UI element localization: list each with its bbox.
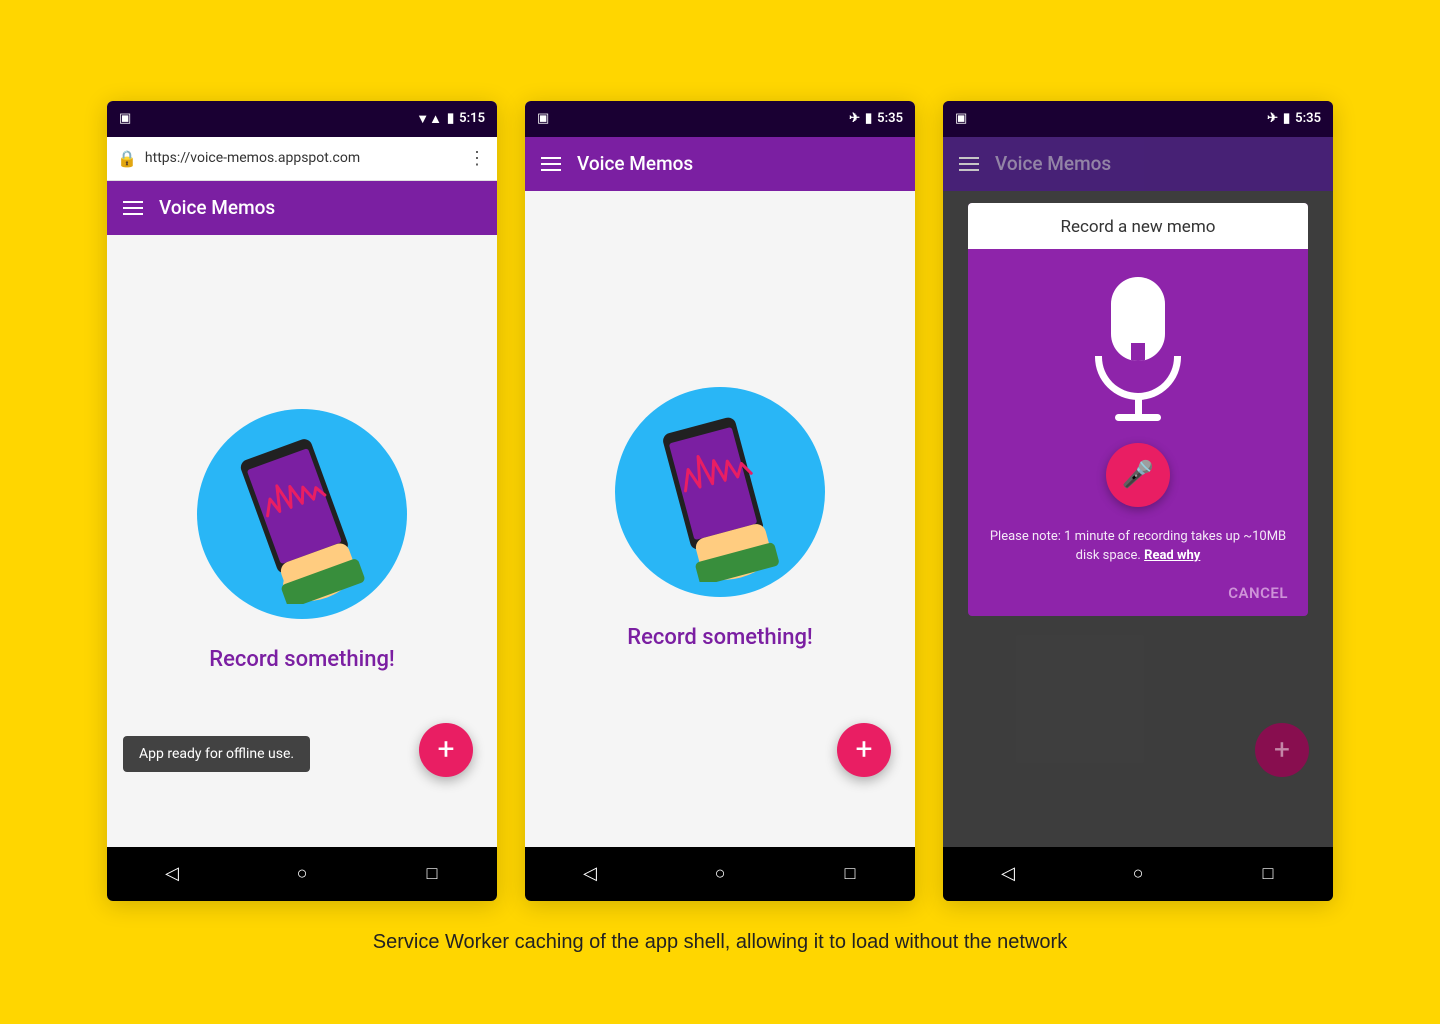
home-button-2[interactable] bbox=[700, 854, 740, 894]
airplane-icon-3: ✈ bbox=[1267, 111, 1278, 126]
lock-icon: 🔒 bbox=[117, 149, 137, 168]
phone-3: ▣ ✈ ▮ 5:35 Voice Memos bbox=[943, 101, 1333, 901]
nav-bar-3 bbox=[943, 847, 1333, 901]
status-bar-3: ▣ ✈ ▮ 5:35 bbox=[943, 101, 1333, 137]
phone-2: ▣ ✈ ▮ 5:35 Voice Memos bbox=[525, 101, 915, 901]
record-label-1: Record something! bbox=[209, 647, 395, 672]
url-text-1: https://voice-memos.appspot.com bbox=[145, 150, 460, 166]
status-bar-2: ▣ ✈ ▮ 5:35 bbox=[525, 101, 915, 137]
phone-content-2: Record something! + bbox=[525, 191, 915, 847]
app-bar-2: Voice Memos bbox=[525, 137, 915, 191]
home-button-1[interactable] bbox=[282, 854, 322, 894]
plus-icon-1: + bbox=[437, 735, 454, 765]
fab-button-3[interactable]: + bbox=[1255, 723, 1309, 777]
caption-text: Service Worker caching of the app shell,… bbox=[373, 931, 1067, 954]
battery-icon-2: ▮ bbox=[865, 111, 872, 126]
nav-bar-2 bbox=[525, 847, 915, 901]
status-bar-right-2: ✈ ▮ 5:35 bbox=[849, 111, 903, 126]
phone-illustration-1 bbox=[222, 424, 382, 604]
status-bar-1: ▣ ▼▲ ▮ 5:15 bbox=[107, 101, 497, 137]
dialog-overlay: Record a new memo bbox=[943, 191, 1333, 847]
battery-icon: ▮ bbox=[447, 111, 454, 126]
app-bar-3: Voice Memos bbox=[943, 137, 1333, 191]
wifi-signal-icon: ▼▲ bbox=[416, 111, 442, 127]
sim-icon: ▣ bbox=[119, 111, 131, 126]
record-dialog: Record a new memo bbox=[968, 203, 1308, 616]
fab-button-2[interactable]: + bbox=[837, 723, 891, 777]
back-button-2[interactable] bbox=[570, 854, 610, 894]
status-bar-left-3: ▣ bbox=[955, 111, 967, 126]
status-bar-right-1: ▼▲ ▮ 5:15 bbox=[416, 111, 485, 127]
dialog-note: Please note: 1 minute of recording takes… bbox=[968, 527, 1308, 574]
status-bar-left-1: ▣ bbox=[119, 111, 131, 126]
app-title-3: Voice Memos bbox=[995, 152, 1111, 175]
sim-icon-2: ▣ bbox=[537, 111, 549, 126]
status-bar-left-2: ▣ bbox=[537, 111, 549, 126]
time-display-3: 5:35 bbox=[1295, 111, 1321, 126]
plus-icon-2: + bbox=[855, 735, 872, 765]
mic-button-icon: 🎤 bbox=[1122, 460, 1154, 490]
record-label-2: Record something! bbox=[627, 625, 813, 650]
dialog-body: 🎤 bbox=[968, 249, 1308, 527]
app-bar-1: Voice Memos bbox=[107, 181, 497, 235]
read-why-link[interactable]: Read why bbox=[1144, 548, 1200, 563]
battery-icon-3: ▮ bbox=[1283, 111, 1290, 126]
mic-arc bbox=[1095, 356, 1181, 400]
recents-button-1[interactable] bbox=[412, 854, 452, 894]
recents-button-3[interactable] bbox=[1248, 854, 1288, 894]
time-display-1: 5:15 bbox=[459, 111, 485, 126]
plus-icon-3: + bbox=[1274, 733, 1290, 766]
phone-illustration-2 bbox=[640, 402, 800, 582]
fab-button-1[interactable]: + bbox=[419, 723, 473, 777]
recents-button-2[interactable] bbox=[830, 854, 870, 894]
mic-base bbox=[1115, 414, 1161, 421]
app-title-1: Voice Memos bbox=[159, 196, 275, 219]
nav-bar-1 bbox=[107, 847, 497, 901]
microphone-illustration bbox=[1095, 277, 1181, 421]
sim-icon-3: ▣ bbox=[955, 111, 967, 126]
back-button-1[interactable] bbox=[152, 854, 192, 894]
time-display-2: 5:35 bbox=[877, 111, 903, 126]
phone-content-1: Record something! + App ready for offlin… bbox=[107, 235, 497, 847]
mic-pole bbox=[1135, 398, 1142, 414]
record-button[interactable]: 🎤 bbox=[1106, 443, 1170, 507]
airplane-icon-2: ✈ bbox=[849, 111, 860, 126]
back-button-3[interactable] bbox=[988, 854, 1028, 894]
page-wrapper: ▣ ▼▲ ▮ 5:15 🔒 https://voice-memos.appspo… bbox=[0, 0, 1440, 1024]
url-bar-1: 🔒 https://voice-memos.appspot.com ⋮ bbox=[107, 137, 497, 181]
phone-1: ▣ ▼▲ ▮ 5:15 🔒 https://voice-memos.appspo… bbox=[107, 101, 497, 901]
dialog-title: Record a new memo bbox=[968, 203, 1308, 249]
hamburger-menu-1[interactable] bbox=[123, 201, 143, 215]
status-bar-right-3: ✈ ▮ 5:35 bbox=[1267, 111, 1321, 126]
phones-row: ▣ ▼▲ ▮ 5:15 🔒 https://voice-memos.appspo… bbox=[107, 101, 1333, 901]
mic-body bbox=[1111, 277, 1165, 361]
hamburger-menu-2[interactable] bbox=[541, 157, 561, 171]
dialog-cancel-button[interactable]: CANCEL bbox=[968, 574, 1308, 616]
home-button-3[interactable] bbox=[1118, 854, 1158, 894]
illustration-circle-1 bbox=[197, 409, 407, 619]
hamburger-menu-3[interactable] bbox=[959, 157, 979, 171]
offline-toast-1: App ready for offline use. bbox=[123, 736, 310, 772]
illustration-circle-2 bbox=[615, 387, 825, 597]
app-title-2: Voice Memos bbox=[577, 152, 693, 175]
more-options-icon[interactable]: ⋮ bbox=[468, 148, 487, 169]
